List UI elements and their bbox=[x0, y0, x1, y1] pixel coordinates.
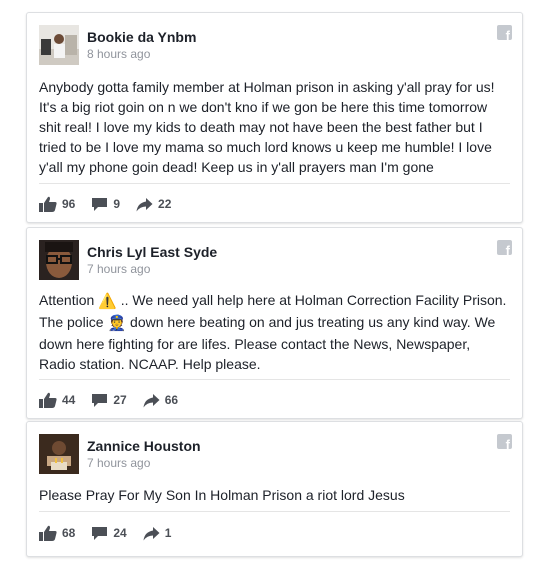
share-count: 1 bbox=[164, 526, 172, 540]
like-count: 44 bbox=[62, 393, 76, 407]
timestamp[interactable]: 7 hours ago bbox=[87, 456, 150, 470]
comment-icon bbox=[92, 526, 108, 540]
like-button[interactable]: 44 bbox=[39, 392, 75, 408]
author-name[interactable]: Bookie da Ynbm bbox=[87, 29, 196, 45]
police-officer-emoji: 👮 bbox=[107, 315, 127, 332]
like-button[interactable]: 68 bbox=[39, 525, 75, 541]
share-arrow-icon bbox=[136, 197, 153, 211]
share-arrow-icon bbox=[143, 393, 160, 407]
author-name[interactable]: Zannice Houston bbox=[87, 438, 201, 454]
comment-icon bbox=[92, 393, 108, 407]
share-count: 22 bbox=[158, 197, 172, 211]
share-button[interactable]: 1 bbox=[143, 526, 172, 541]
divider bbox=[39, 511, 510, 512]
post-actions: 44 27 66 bbox=[39, 392, 194, 408]
warning-emoji: ⚠️ bbox=[98, 293, 117, 310]
author-name[interactable]: Chris Lyl East Syde bbox=[87, 244, 217, 260]
post-card: Chris Lyl East Syde 7 hours ago f Attent… bbox=[26, 227, 523, 419]
text-segment: Attention bbox=[39, 292, 99, 308]
post-card: Zannice Houston 7 hours ago f Please Pra… bbox=[26, 421, 523, 557]
post-text: Anybody gotta family member at Holman pr… bbox=[39, 79, 495, 175]
comment-count: 27 bbox=[113, 393, 127, 407]
share-arrow-icon bbox=[143, 526, 160, 540]
avatar[interactable] bbox=[39, 434, 79, 474]
timestamp[interactable]: 7 hours ago bbox=[87, 262, 150, 276]
comment-button[interactable]: 27 bbox=[91, 393, 127, 408]
thumbs-up-icon bbox=[39, 392, 57, 408]
like-count: 96 bbox=[62, 197, 76, 211]
like-button[interactable]: 96 bbox=[39, 196, 75, 212]
post-text: Please Pray For My Son In Holman Prison … bbox=[39, 487, 405, 503]
post-text: Attention ⚠️ .. We need yall help here a… bbox=[39, 290, 508, 374]
facebook-icon[interactable]: f bbox=[497, 434, 512, 449]
avatar[interactable] bbox=[39, 25, 79, 65]
comment-button[interactable]: 24 bbox=[91, 526, 127, 541]
facebook-icon[interactable]: f bbox=[497, 25, 512, 40]
like-count: 68 bbox=[62, 526, 76, 540]
share-button[interactable]: 22 bbox=[136, 197, 171, 212]
comment-count: 9 bbox=[113, 197, 121, 211]
facebook-icon[interactable]: f bbox=[497, 240, 512, 255]
thumbs-up-icon bbox=[39, 525, 57, 541]
post-actions: 96 9 22 bbox=[39, 196, 187, 212]
post-card: Bookie da Ynbm 8 hours ago f Anybody got… bbox=[26, 12, 523, 223]
thumbs-up-icon bbox=[39, 196, 57, 212]
share-count: 66 bbox=[164, 393, 179, 407]
timestamp[interactable]: 8 hours ago bbox=[87, 47, 150, 61]
comment-icon bbox=[92, 197, 108, 211]
divider bbox=[39, 183, 510, 184]
divider bbox=[39, 379, 510, 380]
comment-count: 24 bbox=[113, 526, 127, 540]
post-actions: 68 24 1 bbox=[39, 525, 187, 541]
comment-button[interactable]: 9 bbox=[91, 197, 120, 212]
share-button[interactable]: 66 bbox=[143, 393, 178, 408]
avatar[interactable] bbox=[39, 240, 79, 280]
